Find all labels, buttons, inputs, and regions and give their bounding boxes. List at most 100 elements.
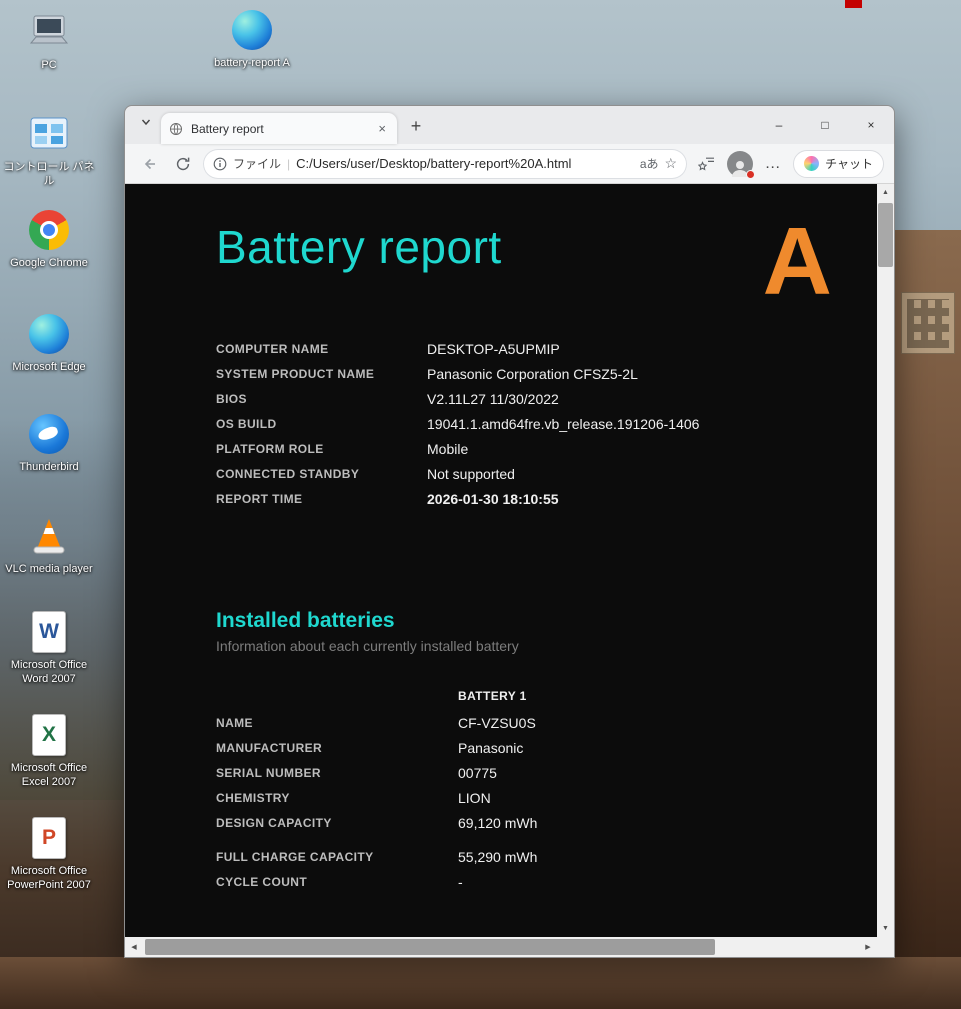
address-bar[interactable]: ファイル | C:/Users/user/Desktop/battery-rep… — [203, 149, 687, 179]
chrome-icon — [27, 208, 71, 252]
battery-row: DESIGN CAPACITY69,120 mWh — [216, 810, 877, 835]
scroll-left-button[interactable]: ◀ — [125, 937, 143, 957]
info-row: BIOSV2.11L27 11/30/2022 — [216, 386, 877, 411]
horizontal-scrollbar[interactable]: ◀ ▶ — [125, 937, 877, 957]
new-tab-button[interactable]: + — [403, 113, 429, 139]
vlc-icon — [27, 514, 71, 558]
battery-report-page: A Battery report COMPUTER NAMEDESKTOP-A5… — [125, 184, 877, 937]
copilot-label: チャット — [825, 155, 873, 172]
battery-table: BATTERY 1 NAMECF-VZSU0S MANUFACTURERPana… — [216, 684, 877, 894]
desktop-icon-excel[interactable]: X Microsoft Office Excel 2007 — [2, 713, 96, 790]
desktop-icon-label: PC — [41, 58, 56, 72]
scroll-down-button[interactable]: ▼ — [877, 920, 894, 937]
desktop-icon-label: Thunderbird — [19, 460, 78, 474]
back-arrow-icon — [140, 155, 158, 173]
desktop-icon-control-panel[interactable]: コントロール パネル — [2, 112, 96, 189]
section-subtitle: Information about each currently install… — [216, 638, 877, 654]
info-label: REPORT TIME — [216, 492, 427, 506]
tab-battery-report[interactable]: Battery report × — [161, 113, 397, 144]
edge-icon — [27, 312, 71, 356]
vertical-scrollbar[interactable]: ▲ ▼ — [877, 184, 894, 937]
window-controls: – □ × — [756, 106, 894, 144]
notification-dot — [746, 170, 755, 179]
desktop-icon-chrome[interactable]: Google Chrome — [2, 208, 96, 270]
pc-icon — [27, 10, 71, 54]
battery-label: MANUFACTURER — [216, 741, 458, 755]
desktop-icon-label: Microsoft Office Word 2007 — [2, 658, 96, 687]
browser-toolbar: ファイル | C:/Users/user/Desktop/battery-rep… — [125, 144, 894, 184]
battery-label: SERIAL NUMBER — [216, 766, 458, 780]
info-row: PLATFORM ROLEMobile — [216, 436, 877, 461]
wallpaper-house — [901, 292, 955, 354]
favorites-bar-button[interactable] — [693, 150, 721, 178]
system-info-table: COMPUTER NAMEDESKTOP-A5UPMIP SYSTEM PROD… — [216, 336, 877, 511]
excel-icon: X — [27, 713, 71, 757]
info-value: Not supported — [427, 466, 515, 482]
settings-menu-button[interactable]: … — [759, 150, 787, 178]
minimize-button[interactable]: – — [756, 106, 802, 144]
desktop-icon-thunderbird[interactable]: Thunderbird — [2, 412, 96, 474]
globe-icon — [169, 122, 183, 136]
info-label: OS BUILD — [216, 417, 427, 431]
wallpaper-house-windows — [907, 299, 949, 348]
tab-title: Battery report — [191, 122, 367, 136]
page-info-icon[interactable] — [213, 157, 227, 171]
info-value: 2026-01-30 18:10:55 — [427, 491, 559, 507]
desktop-icon-vlc[interactable]: VLC media player — [2, 514, 96, 576]
battery-row: NAMECF-VZSU0S — [216, 710, 877, 735]
battery-column-header: BATTERY 1 — [458, 689, 527, 703]
tab-close-button[interactable]: × — [375, 121, 389, 136]
refresh-button[interactable] — [169, 150, 197, 178]
info-value: DESKTOP-A5UPMIP — [427, 341, 560, 357]
control-panel-icon — [27, 112, 71, 156]
desktop-icon-pc[interactable]: PC — [2, 10, 96, 72]
refresh-icon — [175, 156, 191, 172]
url-divider: | — [287, 157, 290, 171]
installed-batteries-section: Installed batteries Information about ea… — [216, 609, 877, 894]
url-text: C:/Users/user/Desktop/battery-report%20A… — [296, 156, 634, 171]
desktop-icon-label: Microsoft Edge — [12, 360, 85, 374]
tab-search-button[interactable] — [133, 109, 159, 135]
info-row: OS BUILD19041.1.amd64fre.vb_release.1912… — [216, 411, 877, 436]
profile-avatar[interactable] — [727, 151, 753, 177]
maximize-button[interactable]: □ — [802, 106, 848, 144]
report-watermark: A — [763, 214, 832, 310]
chevron-down-icon — [140, 116, 152, 128]
battery-row: MANUFACTURERPanasonic — [216, 735, 877, 760]
info-value: 19041.1.amd64fre.vb_release.191206-1406 — [427, 416, 699, 432]
desktop-icon-label: Microsoft Office PowerPoint 2007 — [2, 864, 96, 893]
favorite-star-icon[interactable]: ☆ — [665, 155, 678, 172]
battery-value: 69,120 mWh — [458, 815, 537, 831]
copilot-icon — [804, 156, 819, 171]
desktop-icon-label: Microsoft Office Excel 2007 — [2, 761, 96, 790]
copilot-button[interactable]: チャット — [793, 150, 884, 178]
desktop-icon-edge[interactable]: Microsoft Edge — [2, 312, 96, 374]
tab-strip: Battery report × + – □ × — [125, 106, 894, 144]
desktop-icon-label: Google Chrome — [10, 256, 88, 270]
desktop-icon-battery-report[interactable]: battery-report A — [205, 8, 299, 70]
info-label: COMPUTER NAME — [216, 342, 427, 356]
info-value: Panasonic Corporation CFSZ5-2L — [427, 366, 638, 382]
info-value: V2.11L27 11/30/2022 — [427, 391, 559, 407]
battery-label: CYCLE COUNT — [216, 875, 458, 889]
horizontal-scroll-thumb[interactable] — [145, 939, 715, 955]
battery-label: FULL CHARGE CAPACITY — [216, 850, 458, 864]
vertical-scroll-thumb[interactable] — [878, 203, 893, 267]
info-label: BIOS — [216, 392, 427, 406]
close-button[interactable]: × — [848, 106, 894, 144]
info-row: SYSTEM PRODUCT NAMEPanasonic Corporation… — [216, 361, 877, 386]
info-label: SYSTEM PRODUCT NAME — [216, 367, 427, 381]
desktop-icon-powerpoint[interactable]: P Microsoft Office PowerPoint 2007 — [2, 816, 96, 893]
back-button[interactable] — [135, 150, 163, 178]
info-row: COMPUTER NAMEDESKTOP-A5UPMIP — [216, 336, 877, 361]
scroll-up-button[interactable]: ▲ — [877, 184, 894, 201]
desktop-icon-word[interactable]: W Microsoft Office Word 2007 — [2, 610, 96, 687]
battery-value: LION — [458, 790, 491, 806]
battery-header-row: BATTERY 1 — [216, 684, 877, 708]
desktop-icon-label: コントロール パネル — [2, 160, 96, 189]
scroll-right-button[interactable]: ▶ — [859, 937, 877, 957]
page-content: A Battery report COMPUTER NAMEDESKTOP-A5… — [125, 184, 894, 957]
translate-icon[interactable]: aあ — [640, 155, 659, 172]
wallpaper-red-sliver — [845, 0, 862, 8]
battery-label: DESIGN CAPACITY — [216, 816, 458, 830]
